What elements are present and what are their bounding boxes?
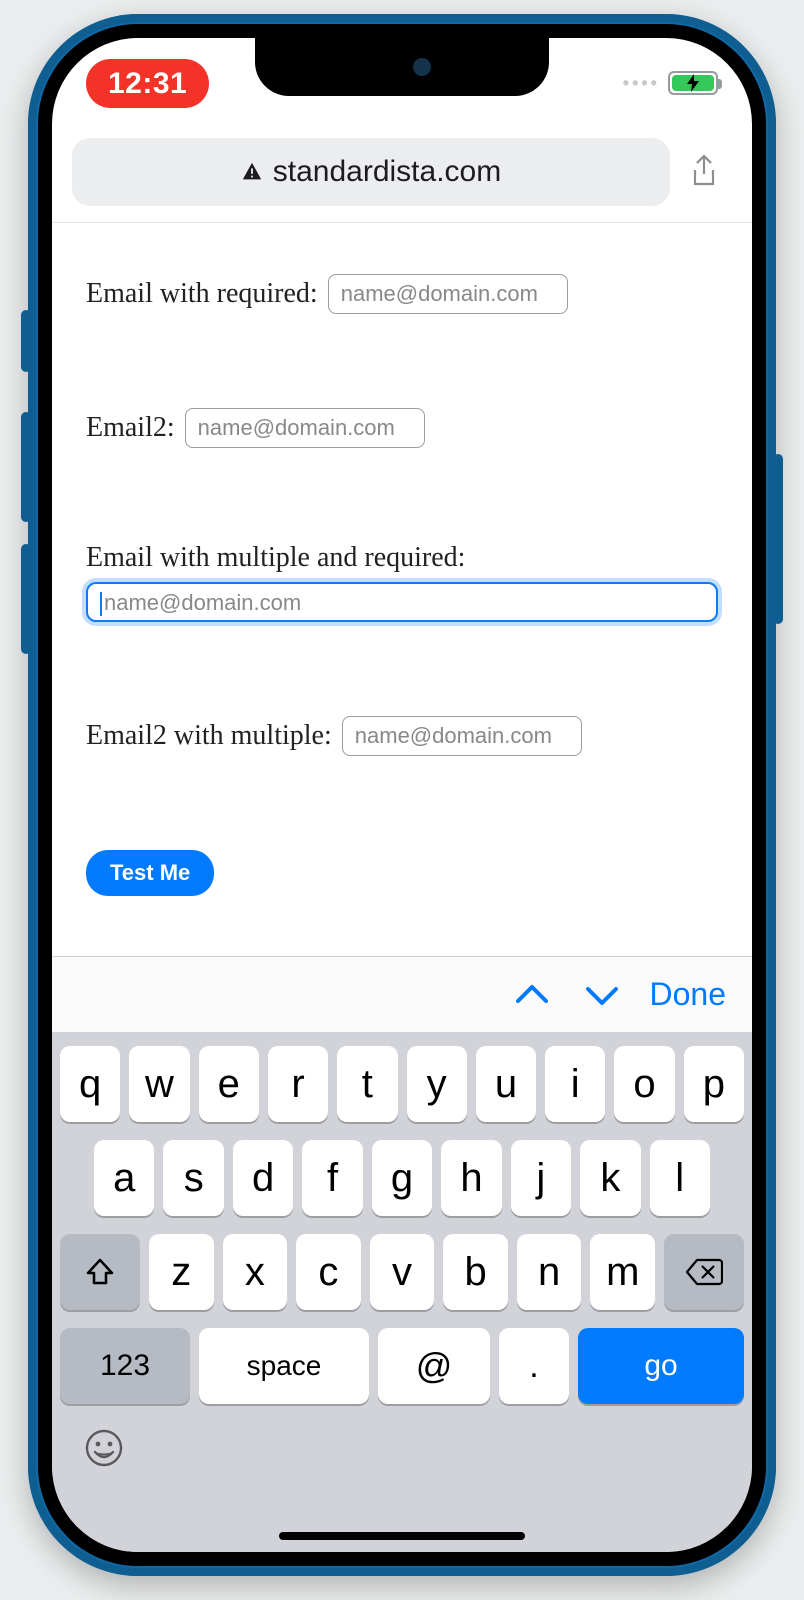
camera-dot (413, 58, 431, 76)
key-e[interactable]: e (199, 1046, 259, 1122)
field-label: Email with multiple and required: (86, 542, 465, 573)
at-key[interactable]: @ (378, 1328, 490, 1404)
key-t[interactable]: t (337, 1046, 397, 1122)
side-button (21, 544, 31, 654)
key-m[interactable]: m (590, 1234, 655, 1310)
backspace-icon (685, 1258, 723, 1286)
share-button[interactable] (676, 144, 732, 200)
keyboard-accessory-bar: Done (52, 956, 752, 1032)
key-h[interactable]: h (441, 1140, 501, 1216)
home-indicator[interactable] (279, 1532, 525, 1540)
chevron-down-icon (584, 981, 620, 1009)
side-button (773, 454, 783, 624)
status-time: 12:31 (86, 59, 209, 108)
done-button[interactable]: Done (650, 976, 727, 1013)
field-label: Email with required: (86, 278, 318, 309)
emoji-icon (84, 1428, 124, 1468)
go-key[interactable]: go (578, 1328, 744, 1404)
key-p[interactable]: p (684, 1046, 744, 1122)
device-notch (255, 38, 549, 96)
browser-address-bar[interactable]: standardista.com (72, 138, 670, 206)
key-j[interactable]: j (511, 1140, 571, 1216)
placeholder-text: name@domain.com (104, 590, 301, 615)
key-z[interactable]: z (149, 1234, 214, 1310)
key-r[interactable]: r (268, 1046, 328, 1122)
divider (52, 222, 752, 223)
not-secure-icon (241, 161, 263, 183)
backspace-key[interactable] (664, 1234, 744, 1310)
key-a[interactable]: a (94, 1140, 154, 1216)
side-button (21, 412, 31, 522)
key-d[interactable]: d (233, 1140, 293, 1216)
emoji-button[interactable] (84, 1428, 124, 1473)
shift-icon (84, 1256, 116, 1288)
cellular-dots-icon: •••• (623, 73, 660, 94)
battery-icon (668, 71, 718, 95)
key-v[interactable]: v (370, 1234, 435, 1310)
software-keyboard: q w e r t y u i o p a s d f g h (52, 1032, 752, 1552)
key-y[interactable]: y (407, 1046, 467, 1122)
email-input-2-multiple[interactable]: name@domain.com (342, 716, 582, 756)
dot-key[interactable]: . (499, 1328, 569, 1404)
email-input-2[interactable]: name@domain.com (185, 408, 425, 448)
side-button (21, 310, 31, 372)
key-n[interactable]: n (517, 1234, 582, 1310)
field-label: Email2: (86, 412, 175, 443)
key-o[interactable]: o (614, 1046, 674, 1122)
key-q[interactable]: q (60, 1046, 120, 1122)
submit-button[interactable]: Test Me (86, 850, 214, 896)
next-field-button[interactable] (580, 973, 624, 1017)
page-content: Email with required: name@domain.com Ema… (52, 238, 752, 896)
share-icon (689, 154, 719, 190)
key-g[interactable]: g (372, 1140, 432, 1216)
phone-frame: 12:31 •••• standardista.com (28, 14, 776, 1576)
key-i[interactable]: i (545, 1046, 605, 1122)
prev-field-button[interactable] (510, 973, 554, 1017)
key-w[interactable]: w (129, 1046, 189, 1122)
key-k[interactable]: k (580, 1140, 640, 1216)
key-u[interactable]: u (476, 1046, 536, 1122)
chevron-up-icon (514, 981, 550, 1009)
shift-key[interactable] (60, 1234, 140, 1310)
key-f[interactable]: f (302, 1140, 362, 1216)
numeric-key[interactable]: 123 (60, 1328, 190, 1404)
key-x[interactable]: x (223, 1234, 288, 1310)
key-s[interactable]: s (163, 1140, 223, 1216)
space-key[interactable]: space (199, 1328, 369, 1404)
email-input-required[interactable]: name@domain.com (328, 274, 568, 314)
browser-domain-text: standardista.com (273, 155, 501, 189)
email-input-multiple-required[interactable]: name@domain.com (86, 582, 718, 622)
key-l[interactable]: l (650, 1140, 710, 1216)
key-c[interactable]: c (296, 1234, 361, 1310)
field-label: Email2 with multiple: (86, 720, 332, 751)
key-b[interactable]: b (443, 1234, 508, 1310)
